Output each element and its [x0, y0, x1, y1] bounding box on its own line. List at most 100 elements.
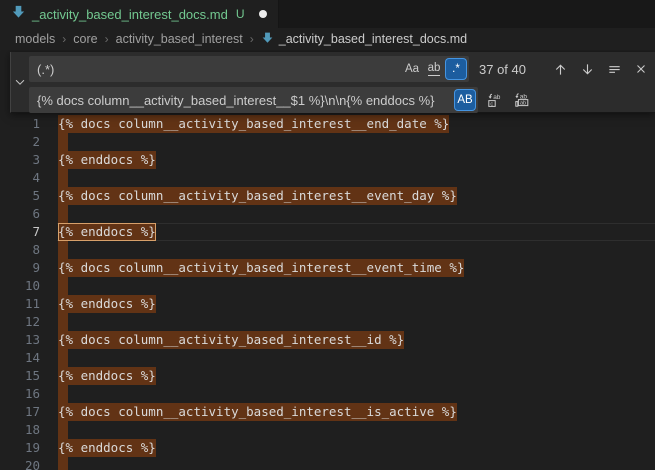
editor[interactable]: 1 {% docs column__activity_based_interest…	[0, 50, 655, 470]
line-number: 12	[0, 313, 40, 331]
code-line[interactable]: 6	[0, 205, 655, 223]
breadcrumb: models › core › activity_based_interest …	[0, 28, 655, 50]
line-number: 10	[0, 277, 40, 295]
find-match: {% docs column__activity_based_interest_…	[58, 403, 457, 421]
code-text: {% enddocs %}	[40, 439, 156, 457]
find-replace-widget: (.*) Aa ab .* 37 of 40	[10, 52, 655, 113]
code-line[interactable]: 3 {% enddocs %}	[0, 151, 655, 169]
chevron-right-icon: ›	[62, 32, 66, 46]
empty-find-match	[58, 133, 68, 151]
empty-find-match	[58, 349, 68, 367]
empty-find-match	[58, 421, 68, 439]
regex-button[interactable]: .*	[446, 59, 466, 79]
code-line[interactable]: 8	[0, 241, 655, 259]
find-input-value: (.*)	[37, 62, 400, 77]
breadcrumb-item-file[interactable]: _activity_based_interest_docs.md	[261, 31, 467, 47]
empty-find-match	[58, 457, 68, 470]
line-number: 6	[0, 205, 40, 223]
previous-match-button[interactable]	[550, 58, 570, 80]
find-match: {% docs column__activity_based_interest_…	[58, 115, 449, 133]
code-line[interactable]: 20	[0, 457, 655, 470]
whole-word-button[interactable]: ab	[424, 59, 444, 79]
line-number: 2	[0, 133, 40, 151]
current-find-match: {% enddocs %}	[58, 223, 156, 241]
code-line[interactable]: 18	[0, 421, 655, 439]
tab-bar: _activity_based_interest_docs.md U	[0, 0, 655, 28]
code-line[interactable]: 4	[0, 169, 655, 187]
find-row: (.*) Aa ab .* 37 of 40	[29, 56, 651, 82]
find-match: {% enddocs %}	[58, 295, 156, 313]
replace-icon[interactable]: ab c	[485, 89, 505, 111]
code-line[interactable]: 17 {% docs column__activity_based_interes…	[0, 403, 655, 421]
line-number: 5	[0, 187, 40, 205]
code-line[interactable]: 1 {% docs column__activity_based_interest…	[0, 115, 655, 133]
line-number: 13	[0, 331, 40, 349]
find-match: {% enddocs %}	[58, 151, 156, 169]
line-number: 14	[0, 349, 40, 367]
svg-text:ab: ab	[520, 100, 526, 106]
empty-find-match	[58, 313, 68, 331]
preserve-case-button[interactable]: AB	[455, 90, 475, 110]
find-match: {% docs column__activity_based_interest_…	[58, 259, 464, 277]
replace-all-icon[interactable]: ab ab	[512, 89, 532, 111]
line-number: 15	[0, 367, 40, 385]
code-text	[40, 457, 68, 470]
code-line[interactable]: 5 {% docs column__activity_based_interest…	[0, 187, 655, 205]
replace-input[interactable]: {% docs column__activity_based_interest_…	[29, 87, 478, 113]
empty-find-match	[58, 277, 68, 295]
code-line[interactable]: 19{% enddocs %}	[0, 439, 655, 457]
line-number: 4	[0, 169, 40, 187]
code-line[interactable]: 10	[0, 277, 655, 295]
code-line[interactable]: 16	[0, 385, 655, 403]
code-text	[40, 241, 68, 259]
line-number: 8	[0, 241, 40, 259]
code-line[interactable]: 2	[0, 133, 655, 151]
code-line[interactable]: 7 {% enddocs %}	[0, 223, 655, 241]
code-line[interactable]: 13{% docs column__activity_based_interes…	[0, 331, 655, 349]
find-match: {% docs column__activity_based_interest_…	[58, 187, 457, 205]
line-number: 20	[0, 457, 40, 470]
code-line[interactable]: 11 {% enddocs %}	[0, 295, 655, 313]
code-line[interactable]: 14	[0, 349, 655, 367]
breadcrumb-item-core[interactable]: core	[73, 32, 97, 46]
chevron-right-icon: ›	[105, 32, 109, 46]
empty-find-match	[58, 241, 68, 259]
code-text: {% docs column__activity_based_interest_…	[40, 331, 404, 349]
next-match-button[interactable]	[577, 58, 597, 80]
code-text: {% docs column__activity_based_interest_…	[40, 259, 464, 277]
code-text	[40, 313, 68, 331]
breadcrumb-item-activity-based-interest[interactable]: activity_based_interest	[116, 32, 243, 46]
match-case-button[interactable]: Aa	[402, 59, 422, 79]
line-number: 17	[0, 403, 40, 421]
replace-input-value: {% docs column__activity_based_interest_…	[37, 93, 453, 108]
line-number: 9	[0, 259, 40, 277]
line-number: 7	[0, 223, 40, 241]
code-line[interactable]: 9 {% docs column__activity_based_interest…	[0, 259, 655, 277]
svg-text:c: c	[490, 101, 493, 107]
empty-find-match	[58, 385, 68, 403]
line-number: 18	[0, 421, 40, 439]
results-count: 37 of 40	[479, 62, 543, 77]
line-number: 3	[0, 151, 40, 169]
code-text	[40, 169, 68, 187]
close-icon[interactable]	[631, 58, 651, 80]
code-text: {% docs column__activity_based_interest_…	[40, 115, 449, 133]
empty-find-match	[58, 169, 68, 187]
code-text: {% enddocs %}	[40, 367, 156, 385]
editor-tab[interactable]: _activity_based_interest_docs.md U	[0, 0, 279, 28]
code-text: {% docs column__activity_based_interest_…	[40, 403, 457, 421]
unsaved-changes-dot[interactable]	[259, 10, 267, 18]
git-status-badge: U	[236, 7, 245, 21]
code-line[interactable]: 15{% enddocs %}	[0, 367, 655, 385]
code-text: {% docs column__activity_based_interest_…	[40, 187, 457, 205]
tab-filename: _activity_based_interest_docs.md	[32, 7, 228, 22]
toggle-replace-button[interactable]	[11, 52, 29, 112]
code-text: {% enddocs %}	[40, 223, 156, 241]
line-number: 1	[0, 115, 40, 133]
code-line[interactable]: 12	[0, 313, 655, 331]
line-number: 11	[0, 295, 40, 313]
breadcrumb-item-models[interactable]: models	[15, 32, 55, 46]
find-in-selection-icon[interactable]	[604, 58, 624, 80]
find-input[interactable]: (.*) Aa ab .*	[29, 56, 469, 82]
find-match: {% enddocs %}	[58, 439, 156, 457]
